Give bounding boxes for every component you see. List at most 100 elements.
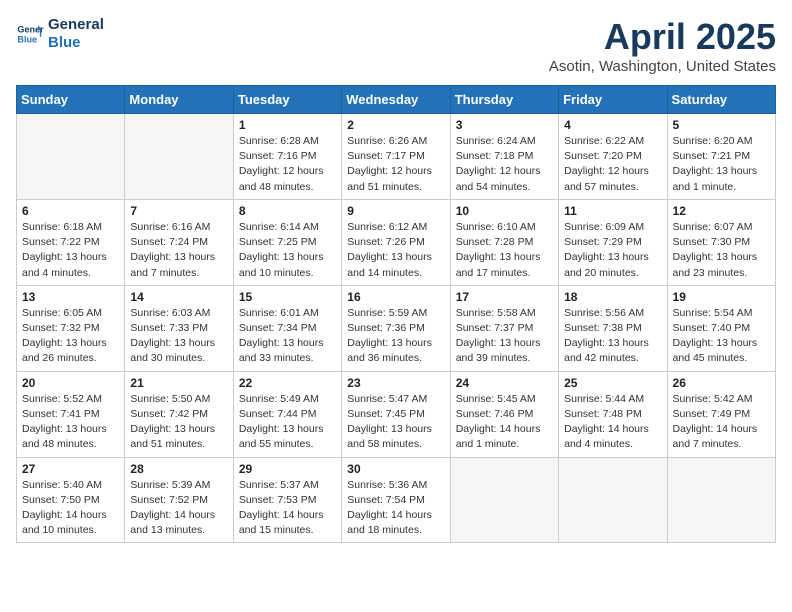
calendar-cell-2-0: 13Sunrise: 6:05 AMSunset: 7:32 PMDayligh…	[17, 285, 125, 371]
calendar-cell-1-5: 11 Sunrise: 6:09 AMSunset: 7:29 PMDayligh…	[559, 199, 667, 285]
header-monday: Monday	[125, 86, 233, 114]
day-info: Sunrise: 5:52 AMSunset: 7:41 PMDaylight:…	[22, 392, 119, 453]
day-info: Sunrise: 5:59 AMSunset: 7:36 PMDaylight:…	[347, 306, 444, 367]
day-info: Sunrise: 6:22 AMSunset: 7:20 PMDaylight:…	[564, 134, 661, 195]
day-info: Sunrise: 6:20 AMSunset: 7:21 PMDaylight:…	[673, 134, 770, 195]
header-thursday: Thursday	[450, 86, 558, 114]
calendar-cell-3-6: 26 Sunrise: 5:42 AMSunset: 7:49 PMDayligh…	[667, 371, 775, 457]
logo-blue: Blue	[48, 34, 104, 52]
day-info: Sunrise: 5:39 AMSunset: 7:52 PMDaylight:…	[130, 478, 227, 539]
logo-icon: General Blue	[16, 20, 44, 48]
day-info: Sunrise: 6:12 AMSunset: 7:26 PMDaylight:…	[347, 220, 444, 281]
day-number: 27	[22, 462, 119, 476]
calendar-cell-0-2: 1 Sunrise: 6:28 AMSunset: 7:16 PMDaylight…	[233, 114, 341, 200]
calendar-cell-3-5: 25 Sunrise: 5:44 AMSunset: 7:48 PMDayligh…	[559, 371, 667, 457]
calendar-cell-4-2: 29 Sunrise: 5:37 AMSunset: 7:53 PMDayligh…	[233, 457, 341, 543]
day-info: Sunrise: 5:56 AMSunset: 7:38 PMDaylight:…	[564, 306, 661, 367]
svg-text:Blue: Blue	[17, 34, 37, 44]
day-number: 18	[564, 290, 661, 304]
day-number: 25	[564, 376, 661, 390]
day-info: Sunrise: 5:49 AMSunset: 7:44 PMDaylight:…	[239, 392, 336, 453]
day-info: Sunrise: 6:09 AMSunset: 7:29 PMDaylight:…	[564, 220, 661, 281]
day-number: 1	[239, 118, 336, 132]
day-number: 26	[673, 376, 770, 390]
day-number: 14	[130, 290, 227, 304]
day-number: 4	[564, 118, 661, 132]
calendar-cell-4-0: 27 Sunrise: 5:40 AMSunset: 7:50 PMDayligh…	[17, 457, 125, 543]
header-wednesday: Wednesday	[342, 86, 450, 114]
calendar-cell-4-6	[667, 457, 775, 543]
calendar-cell-2-1: 14 Sunrise: 6:03 AMSunset: 7:33 PMDayligh…	[125, 285, 233, 371]
day-info: Sunrise: 6:10 AMSunset: 7:28 PMDaylight:…	[456, 220, 553, 281]
day-info: Sunrise: 6:26 AMSunset: 7:17 PMDaylight:…	[347, 134, 444, 195]
day-info: Sunrise: 5:42 AMSunset: 7:49 PMDaylight:…	[673, 392, 770, 453]
calendar-cell-3-0: 20 Sunrise: 5:52 AMSunset: 7:41 PMDayligh…	[17, 371, 125, 457]
week-row-5: 27 Sunrise: 5:40 AMSunset: 7:50 PMDayligh…	[17, 457, 776, 543]
day-number: 7	[130, 204, 227, 218]
day-info: Sunrise: 5:58 AMSunset: 7:37 PMDaylight:…	[456, 306, 553, 367]
calendar-title: April 2025	[549, 16, 776, 58]
day-number: 30	[347, 462, 444, 476]
day-info: Sunrise: 6:05 AMSunset: 7:32 PMDaylight:…	[22, 306, 119, 367]
day-number: 23	[347, 376, 444, 390]
week-row-4: 20 Sunrise: 5:52 AMSunset: 7:41 PMDayligh…	[17, 371, 776, 457]
calendar-cell-2-2: 15 Sunrise: 6:01 AMSunset: 7:34 PMDayligh…	[233, 285, 341, 371]
day-number: 29	[239, 462, 336, 476]
day-info: Sunrise: 6:24 AMSunset: 7:18 PMDaylight:…	[456, 134, 553, 195]
day-info: Sunrise: 5:54 AMSunset: 7:40 PMDaylight:…	[673, 306, 770, 367]
day-info: Sunrise: 5:36 AMSunset: 7:54 PMDaylight:…	[347, 478, 444, 539]
calendar-cell-3-2: 22 Sunrise: 5:49 AMSunset: 7:44 PMDayligh…	[233, 371, 341, 457]
calendar-cell-2-3: 16 Sunrise: 5:59 AMSunset: 7:36 PMDayligh…	[342, 285, 450, 371]
day-info: Sunrise: 6:28 AMSunset: 7:16 PMDaylight:…	[239, 134, 336, 195]
day-number: 16	[347, 290, 444, 304]
calendar-cell-3-3: 23Sunrise: 5:47 AMSunset: 7:45 PMDayligh…	[342, 371, 450, 457]
day-number: 28	[130, 462, 227, 476]
calendar-cell-2-4: 17 Sunrise: 5:58 AMSunset: 7:37 PMDayligh…	[450, 285, 558, 371]
day-number: 22	[239, 376, 336, 390]
calendar-cell-1-2: 8 Sunrise: 6:14 AMSunset: 7:25 PMDaylight…	[233, 199, 341, 285]
day-info: Sunrise: 5:50 AMSunset: 7:42 PMDaylight:…	[130, 392, 227, 453]
calendar-cell-2-5: 18 Sunrise: 5:56 AMSunset: 7:38 PMDayligh…	[559, 285, 667, 371]
day-number: 19	[673, 290, 770, 304]
week-row-3: 13Sunrise: 6:05 AMSunset: 7:32 PMDayligh…	[17, 285, 776, 371]
calendar-cell-3-4: 24Sunrise: 5:45 AMSunset: 7:46 PMDayligh…	[450, 371, 558, 457]
day-info: Sunrise: 6:14 AMSunset: 7:25 PMDaylight:…	[239, 220, 336, 281]
day-number: 8	[239, 204, 336, 218]
day-info: Sunrise: 6:18 AMSunset: 7:22 PMDaylight:…	[22, 220, 119, 281]
day-number: 17	[456, 290, 553, 304]
day-number: 15	[239, 290, 336, 304]
day-number: 12	[673, 204, 770, 218]
week-row-1: 1 Sunrise: 6:28 AMSunset: 7:16 PMDaylight…	[17, 114, 776, 200]
day-number: 11	[564, 204, 661, 218]
day-info: Sunrise: 5:37 AMSunset: 7:53 PMDaylight:…	[239, 478, 336, 539]
header-saturday: Saturday	[667, 86, 775, 114]
header-sunday: Sunday	[17, 86, 125, 114]
calendar-cell-0-4: 3Sunrise: 6:24 AMSunset: 7:18 PMDaylight…	[450, 114, 558, 200]
header-friday: Friday	[559, 86, 667, 114]
week-row-2: 6Sunrise: 6:18 AMSunset: 7:22 PMDaylight…	[17, 199, 776, 285]
calendar-cell-4-1: 28 Sunrise: 5:39 AMSunset: 7:52 PMDayligh…	[125, 457, 233, 543]
calendar-cell-4-3: 30 Sunrise: 5:36 AMSunset: 7:54 PMDayligh…	[342, 457, 450, 543]
day-number: 24	[456, 376, 553, 390]
day-number: 10	[456, 204, 553, 218]
calendar-cell-0-6: 5 Sunrise: 6:20 AMSunset: 7:21 PMDaylight…	[667, 114, 775, 200]
calendar-cell-0-1	[125, 114, 233, 200]
logo: General Blue General Blue	[16, 16, 104, 52]
day-info: Sunrise: 6:03 AMSunset: 7:33 PMDaylight:…	[130, 306, 227, 367]
calendar-table: Sunday Monday Tuesday Wednesday Thursday…	[16, 85, 776, 543]
day-number: 20	[22, 376, 119, 390]
day-info: Sunrise: 6:01 AMSunset: 7:34 PMDaylight:…	[239, 306, 336, 367]
weekday-header-row: Sunday Monday Tuesday Wednesday Thursday…	[17, 86, 776, 114]
calendar-cell-0-3: 2 Sunrise: 6:26 AMSunset: 7:17 PMDaylight…	[342, 114, 450, 200]
day-info: Sunrise: 6:16 AMSunset: 7:24 PMDaylight:…	[130, 220, 227, 281]
calendar-cell-2-6: 19 Sunrise: 5:54 AMSunset: 7:40 PMDayligh…	[667, 285, 775, 371]
calendar-cell-4-4	[450, 457, 558, 543]
calendar-cell-1-1: 7 Sunrise: 6:16 AMSunset: 7:24 PMDaylight…	[125, 199, 233, 285]
calendar-subtitle: Asotin, Washington, United States	[549, 58, 776, 75]
title-block: April 2025 Asotin, Washington, United St…	[549, 16, 776, 75]
day-number: 5	[673, 118, 770, 132]
day-info: Sunrise: 5:44 AMSunset: 7:48 PMDaylight:…	[564, 392, 661, 453]
calendar-cell-1-0: 6Sunrise: 6:18 AMSunset: 7:22 PMDaylight…	[17, 199, 125, 285]
day-number: 2	[347, 118, 444, 132]
day-info: Sunrise: 5:40 AMSunset: 7:50 PMDaylight:…	[22, 478, 119, 539]
